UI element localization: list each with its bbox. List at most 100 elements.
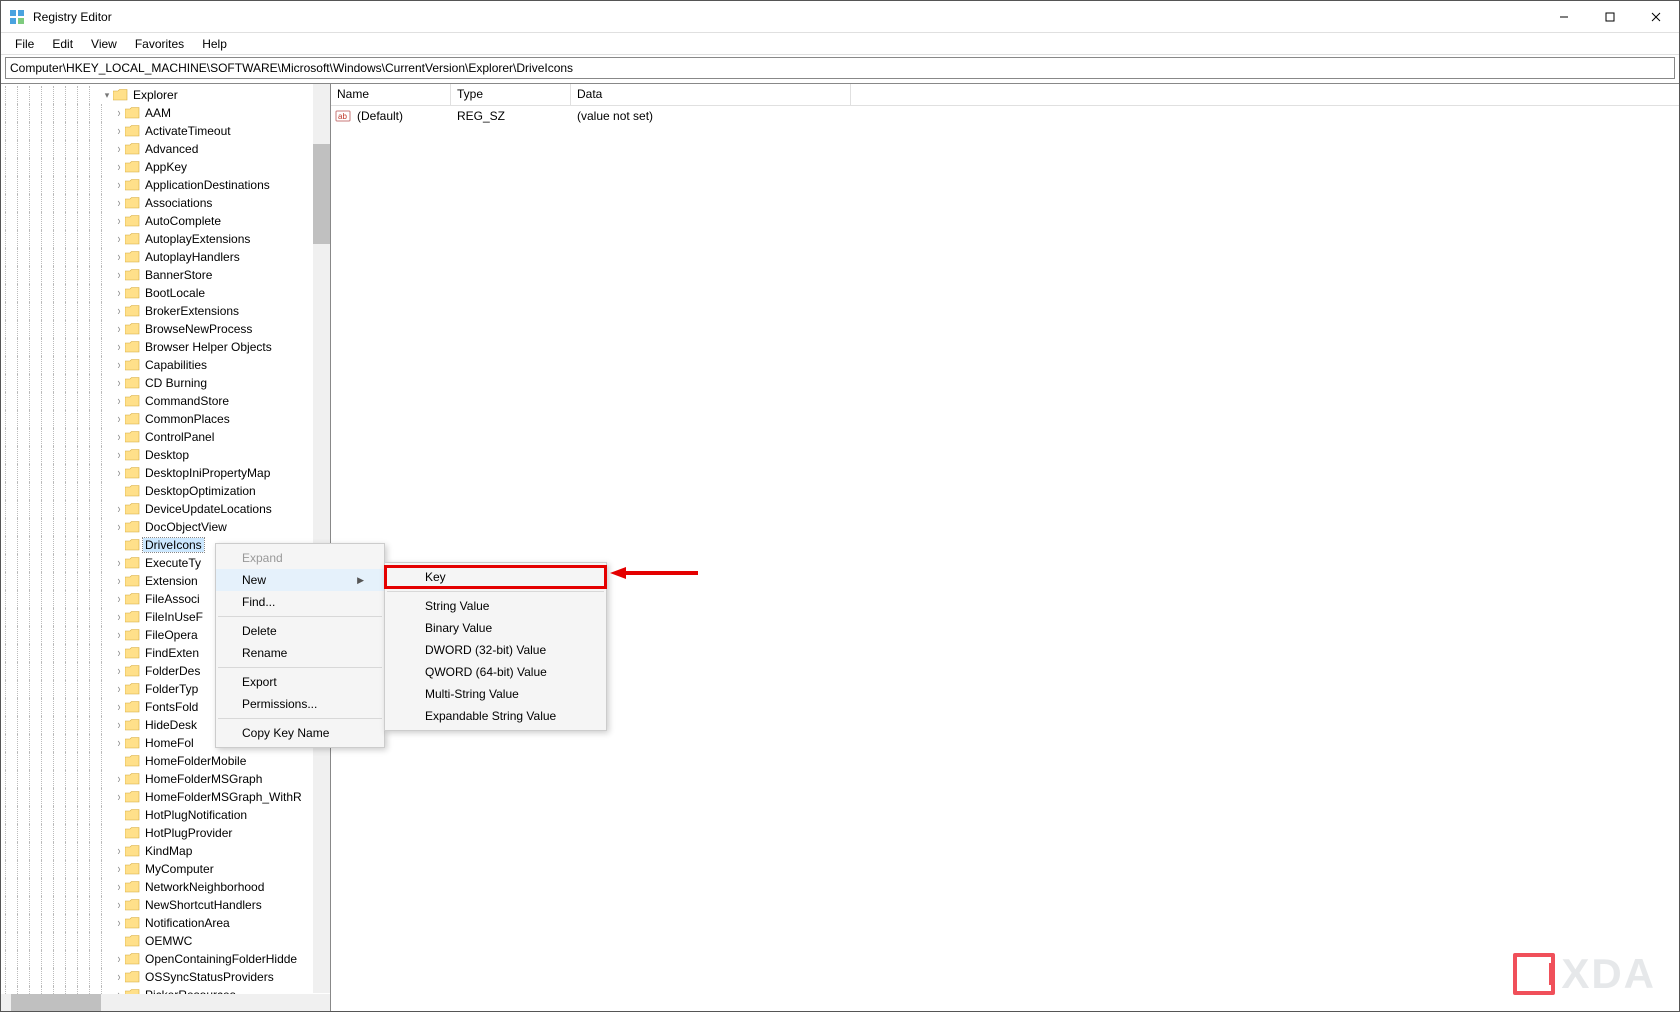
submenu-item[interactable]: String Value bbox=[385, 595, 606, 617]
tree-node[interactable]: ›HomeFolderMSGraph_WithR bbox=[5, 788, 330, 806]
twisty-icon[interactable]: › bbox=[113, 594, 125, 604]
twisty-icon[interactable]: › bbox=[113, 846, 125, 856]
context-menu-item[interactable]: Delete bbox=[216, 620, 384, 642]
twisty-icon[interactable]: › bbox=[113, 450, 125, 460]
tree-hscroll-thumb[interactable] bbox=[11, 994, 101, 1011]
menu-view[interactable]: View bbox=[83, 35, 125, 53]
tree-node[interactable]: HotPlugNotification bbox=[5, 806, 330, 824]
tree-node[interactable]: ›BootLocale bbox=[5, 284, 330, 302]
tree-node[interactable]: ›OSSyncStatusProviders bbox=[5, 968, 330, 986]
menu-help[interactable]: Help bbox=[194, 35, 235, 53]
context-menu-item[interactable]: Permissions... bbox=[216, 693, 384, 715]
context-menu[interactable]: ExpandNew▶Find...DeleteRenameExportPermi… bbox=[215, 543, 385, 748]
context-menu-item[interactable]: Export bbox=[216, 671, 384, 693]
address-bar[interactable]: Computer\HKEY_LOCAL_MACHINE\SOFTWARE\Mic… bbox=[5, 57, 1675, 79]
twisty-icon[interactable]: › bbox=[113, 738, 125, 748]
twisty-icon[interactable]: › bbox=[113, 900, 125, 910]
column-data[interactable]: Data bbox=[571, 84, 851, 105]
tree-node[interactable]: ›CommonPlaces bbox=[5, 410, 330, 428]
twisty-icon[interactable]: › bbox=[113, 414, 125, 424]
tree-node[interactable]: ›ApplicationDestinations bbox=[5, 176, 330, 194]
tree-node[interactable]: ›HomeFolderMSGraph bbox=[5, 770, 330, 788]
tree-node[interactable]: ›Capabilities bbox=[5, 356, 330, 374]
submenu-item[interactable]: QWORD (64-bit) Value bbox=[385, 661, 606, 683]
twisty-icon[interactable]: › bbox=[113, 432, 125, 442]
tree-node[interactable]: ›NetworkNeighborhood bbox=[5, 878, 330, 896]
twisty-icon[interactable]: › bbox=[113, 504, 125, 514]
tree-node[interactable]: ›ControlPanel bbox=[5, 428, 330, 446]
tree-node[interactable]: ›Advanced bbox=[5, 140, 330, 158]
twisty-icon[interactable]: › bbox=[113, 306, 125, 316]
tree-node[interactable]: ›CommandStore bbox=[5, 392, 330, 410]
tree-hscrollbar[interactable] bbox=[1, 994, 313, 1011]
twisty-icon[interactable]: › bbox=[113, 198, 125, 208]
twisty-icon[interactable]: › bbox=[113, 468, 125, 478]
tree-node[interactable]: ›NotificationArea bbox=[5, 914, 330, 932]
twisty-icon[interactable]: › bbox=[113, 108, 125, 118]
twisty-icon[interactable]: › bbox=[113, 774, 125, 784]
tree-node[interactable]: ›BannerStore bbox=[5, 266, 330, 284]
context-menu-item[interactable]: Find... bbox=[216, 591, 384, 613]
twisty-icon[interactable]: › bbox=[113, 792, 125, 802]
new-submenu[interactable]: KeyString ValueBinary ValueDWORD (32-bit… bbox=[384, 562, 607, 731]
tree-node[interactable]: ›Browser Helper Objects bbox=[5, 338, 330, 356]
twisty-icon[interactable]: › bbox=[113, 180, 125, 190]
twisty-icon[interactable]: › bbox=[113, 882, 125, 892]
twisty-icon[interactable]: › bbox=[113, 144, 125, 154]
close-button[interactable] bbox=[1633, 1, 1679, 33]
twisty-icon[interactable]: › bbox=[113, 342, 125, 352]
twisty-icon[interactable]: › bbox=[113, 126, 125, 136]
twisty-icon[interactable]: › bbox=[113, 954, 125, 964]
twisty-icon[interactable]: › bbox=[113, 288, 125, 298]
value-row[interactable]: ab (Default) REG_SZ (value not set) bbox=[331, 106, 1679, 126]
minimize-button[interactable] bbox=[1541, 1, 1587, 33]
tree-node[interactable]: OEMWC bbox=[5, 932, 330, 950]
tree-node[interactable]: ›DeviceUpdateLocations bbox=[5, 500, 330, 518]
menu-file[interactable]: File bbox=[7, 35, 42, 53]
tree-vscroll-thumb[interactable] bbox=[313, 144, 330, 244]
tree-node[interactable]: ›Associations bbox=[5, 194, 330, 212]
column-type[interactable]: Type bbox=[451, 84, 571, 105]
twisty-icon[interactable]: › bbox=[113, 576, 125, 586]
tree-node[interactable]: ›AutoComplete bbox=[5, 212, 330, 230]
twisty-icon[interactable]: › bbox=[113, 702, 125, 712]
tree-node[interactable]: DesktopOptimization bbox=[5, 482, 330, 500]
twisty-icon[interactable]: › bbox=[113, 378, 125, 388]
tree-node[interactable]: ›NewShortcutHandlers bbox=[5, 896, 330, 914]
submenu-item[interactable]: Expandable String Value bbox=[385, 705, 606, 727]
maximize-button[interactable] bbox=[1587, 1, 1633, 33]
tree-node[interactable]: ›DocObjectView bbox=[5, 518, 330, 536]
tree-node[interactable]: ›Desktop bbox=[5, 446, 330, 464]
context-menu-item[interactable]: New▶ bbox=[216, 569, 384, 591]
tree-node-explorer[interactable]: ▾Explorer bbox=[5, 86, 330, 104]
twisty-icon[interactable]: › bbox=[113, 360, 125, 370]
tree-node[interactable]: ›DesktopIniPropertyMap bbox=[5, 464, 330, 482]
tree-vscrollbar[interactable] bbox=[313, 84, 330, 993]
twisty-expanded-icon[interactable]: ▾ bbox=[101, 90, 113, 101]
submenu-item[interactable]: Multi-String Value bbox=[385, 683, 606, 705]
submenu-item[interactable]: DWORD (32-bit) Value bbox=[385, 639, 606, 661]
menu-edit[interactable]: Edit bbox=[44, 35, 81, 53]
tree-node[interactable]: ›AppKey bbox=[5, 158, 330, 176]
tree-node[interactable]: ›ActivateTimeout bbox=[5, 122, 330, 140]
twisty-icon[interactable]: › bbox=[113, 216, 125, 226]
tree-node[interactable]: ›MyComputer bbox=[5, 860, 330, 878]
twisty-icon[interactable]: › bbox=[113, 864, 125, 874]
tree-node[interactable]: ›AutoplayHandlers bbox=[5, 248, 330, 266]
twisty-icon[interactable]: › bbox=[113, 324, 125, 334]
tree-node[interactable]: ›AutoplayExtensions bbox=[5, 230, 330, 248]
twisty-icon[interactable]: › bbox=[113, 396, 125, 406]
twisty-icon[interactable]: › bbox=[113, 684, 125, 694]
twisty-icon[interactable]: › bbox=[113, 252, 125, 262]
tree-node[interactable]: ›KindMap bbox=[5, 842, 330, 860]
values-pane[interactable]: Name Type Data ab (Default) REG_SZ (valu… bbox=[331, 84, 1679, 1011]
tree-node[interactable]: ›OpenContainingFolderHidde bbox=[5, 950, 330, 968]
tree-node[interactable]: ›BrowseNewProcess bbox=[5, 320, 330, 338]
twisty-icon[interactable]: › bbox=[113, 630, 125, 640]
menu-favorites[interactable]: Favorites bbox=[127, 35, 192, 53]
column-name[interactable]: Name bbox=[331, 84, 451, 105]
tree-node[interactable]: ›BrokerExtensions bbox=[5, 302, 330, 320]
twisty-icon[interactable]: › bbox=[113, 648, 125, 658]
tree-node[interactable]: HomeFolderMobile bbox=[5, 752, 330, 770]
twisty-icon[interactable]: › bbox=[113, 666, 125, 676]
